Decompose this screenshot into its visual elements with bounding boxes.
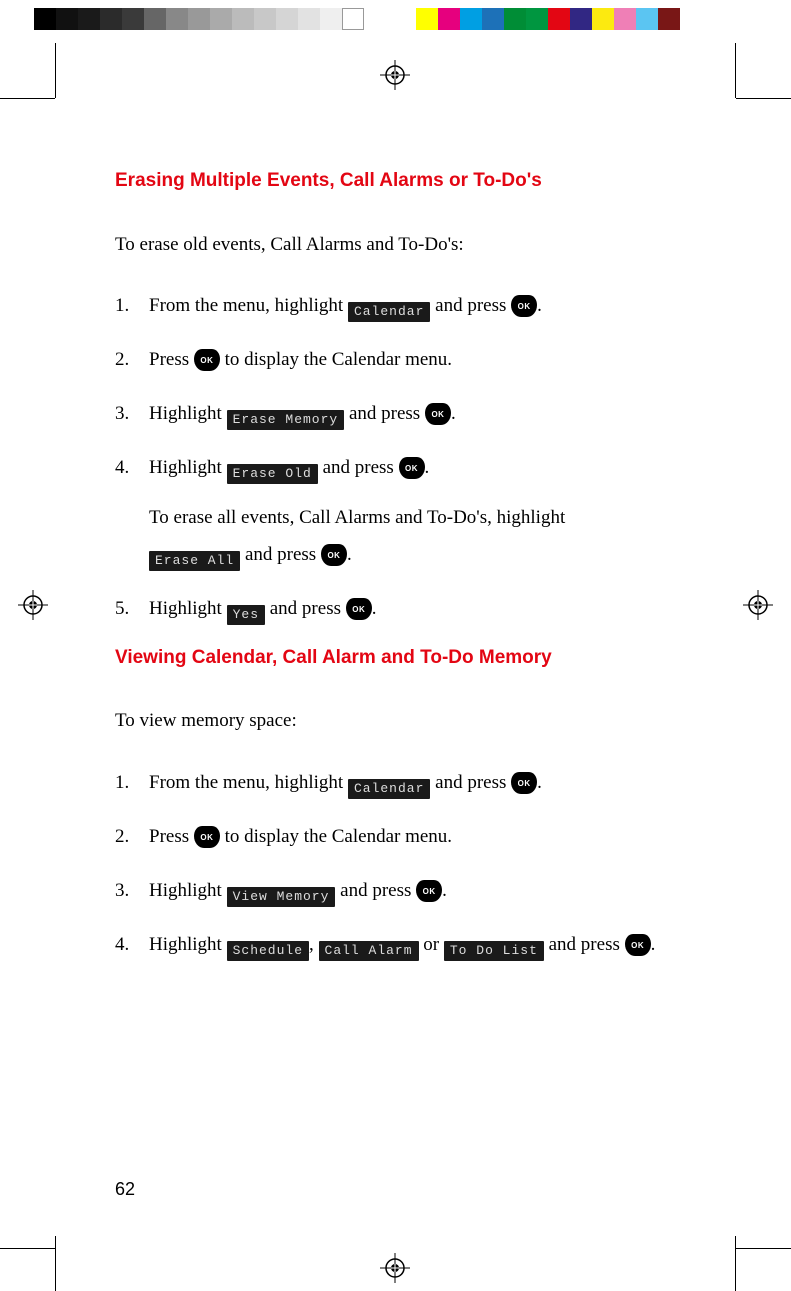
menu-label: View Memory <box>227 887 336 907</box>
step-text: and press <box>430 295 511 316</box>
step-text: and press <box>335 880 416 901</box>
step-text: , <box>309 934 319 955</box>
step-text: Press <box>149 349 194 370</box>
step-text: and press <box>544 934 625 955</box>
registration-mark-icon <box>18 590 48 620</box>
step-item: Highlight Erase Memory and press . <box>115 396 675 432</box>
period: . <box>442 880 447 901</box>
steps-list: From the menu, highlight Calendar and pr… <box>115 288 675 627</box>
step-text: From the menu, highlight <box>149 295 348 316</box>
step-text: To erase all events, Call Alarms and To-… <box>149 507 565 528</box>
ok-button-icon <box>194 349 220 371</box>
section-intro: To erase old events, Call Alarms and To-… <box>115 230 675 260</box>
menu-label: Calendar <box>348 779 430 799</box>
step-text: Highlight <box>149 598 227 619</box>
ok-button-icon <box>194 826 220 848</box>
print-color-bars <box>0 8 791 30</box>
ok-button-icon <box>346 598 372 620</box>
ok-button-icon <box>399 457 425 479</box>
period: . <box>651 934 656 955</box>
step-item: Press to display the Calendar menu. <box>115 342 675 378</box>
period: . <box>451 403 456 424</box>
step-text: or <box>419 934 444 955</box>
page-number: 62 <box>115 1179 135 1200</box>
step-item: From the menu, highlight Calendar and pr… <box>115 765 675 801</box>
period: . <box>347 544 352 565</box>
section-heading: Erasing Multiple Events, Call Alarms or … <box>115 168 675 194</box>
crop-mark <box>55 43 56 98</box>
step-item: Highlight Yes and press . <box>115 591 675 627</box>
step-text: to display the Calendar menu. <box>220 349 452 370</box>
crop-mark <box>736 1248 791 1249</box>
period: . <box>425 457 430 478</box>
step-text: Highlight <box>149 934 227 955</box>
ok-button-icon <box>511 295 537 317</box>
registration-mark-icon <box>380 60 410 90</box>
step-text: and press <box>240 544 321 565</box>
menu-label: Erase Memory <box>227 410 345 430</box>
ok-button-icon <box>625 934 651 956</box>
ok-button-icon <box>511 772 537 794</box>
page-content: Erasing Multiple Events, Call Alarms or … <box>55 98 735 1248</box>
menu-label: Erase All <box>149 551 240 571</box>
registration-mark-icon <box>380 1253 410 1283</box>
step-text: and press <box>430 772 511 793</box>
registration-mark-icon <box>743 590 773 620</box>
period: . <box>537 295 542 316</box>
ok-button-icon <box>425 403 451 425</box>
crop-mark <box>735 43 736 98</box>
section-heading: Viewing Calendar, Call Alarm and To-Do M… <box>115 645 675 671</box>
menu-label: Calendar <box>348 302 430 322</box>
crop-mark <box>0 98 55 99</box>
menu-label: Erase Old <box>227 464 318 484</box>
step-text: and press <box>265 598 346 619</box>
ok-button-icon <box>416 880 442 902</box>
step-note: To erase all events, Call Alarms and To-… <box>149 500 675 572</box>
step-text: and press <box>318 457 399 478</box>
step-item: From the menu, highlight Calendar and pr… <box>115 288 675 324</box>
step-text: From the menu, highlight <box>149 772 348 793</box>
crop-mark <box>735 1236 736 1291</box>
menu-label: Yes <box>227 605 265 625</box>
period: . <box>372 598 377 619</box>
section-intro: To view memory space: <box>115 706 675 736</box>
period: . <box>537 772 542 793</box>
crop-mark <box>0 1248 55 1249</box>
step-text: Highlight <box>149 403 227 424</box>
ok-button-icon <box>321 544 347 566</box>
step-text: to display the Calendar menu. <box>220 826 452 847</box>
step-item: Highlight View Memory and press . <box>115 873 675 909</box>
menu-label: Schedule <box>227 941 309 961</box>
step-text: and press <box>344 403 425 424</box>
steps-list: From the menu, highlight Calendar and pr… <box>115 765 675 963</box>
step-text: Highlight <box>149 880 227 901</box>
step-text: Highlight <box>149 457 227 478</box>
crop-mark <box>736 98 791 99</box>
step-item: Highlight Schedule, Call Alarm or To Do … <box>115 927 675 963</box>
step-text: Press <box>149 826 194 847</box>
menu-label: To Do List <box>444 941 544 961</box>
step-item: Press to display the Calendar menu. <box>115 819 675 855</box>
step-item: Highlight Erase Old and press . To erase… <box>115 450 675 572</box>
menu-label: Call Alarm <box>319 941 419 961</box>
